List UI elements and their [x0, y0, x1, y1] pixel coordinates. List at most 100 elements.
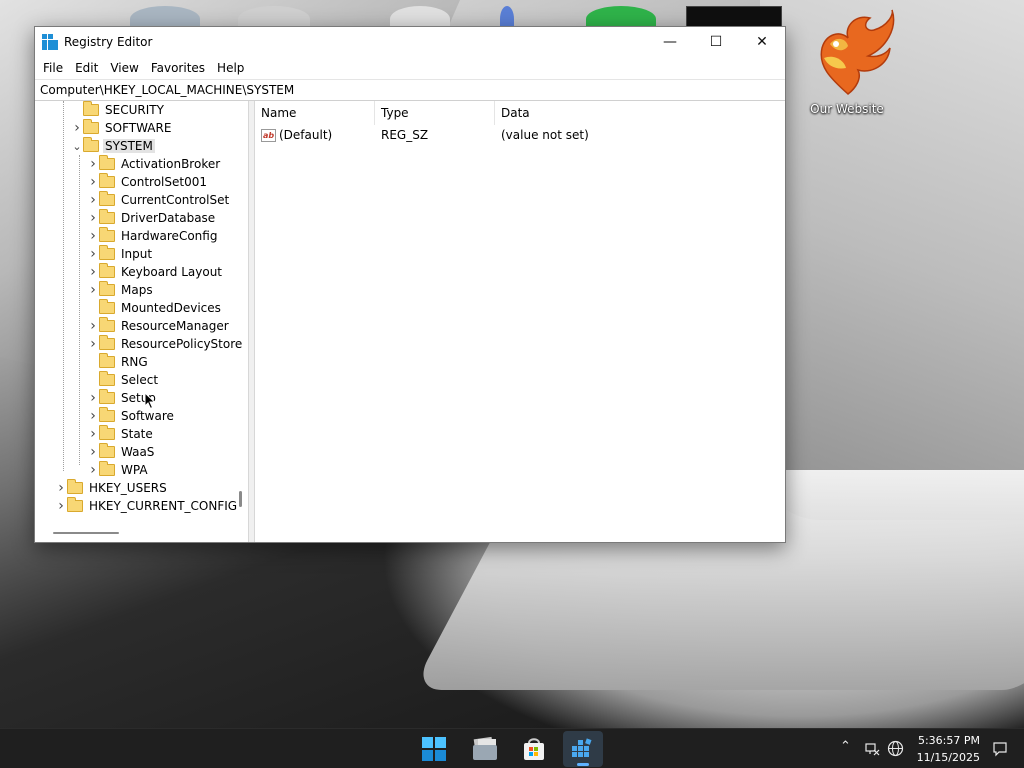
folder-icon — [99, 461, 115, 476]
tree-node[interactable]: › ActivationBroker — [87, 155, 222, 173]
menu-edit[interactable]: Edit — [69, 57, 104, 79]
tree-node[interactable]: › ResourceManager — [87, 317, 231, 335]
tree-node-label: SECURITY — [105, 103, 164, 117]
globe-language-icon[interactable] — [887, 740, 904, 757]
tree-node[interactable]: › HardwareConfig — [87, 227, 219, 245]
tree-node[interactable]: › SOFTWARE — [71, 119, 173, 137]
tree-node[interactable]: › ResourcePolicyStore — [87, 335, 244, 353]
expand-chevron-icon[interactable]: › — [87, 425, 99, 443]
tree-node[interactable]: › WaaS — [87, 443, 156, 461]
menu-bar: File Edit View Favorites Help — [35, 57, 785, 79]
expand-chevron-icon[interactable]: › — [87, 191, 99, 209]
tree-node[interactable]: › Keyboard Layout — [87, 263, 224, 281]
address-bar[interactable]: Computer\HKEY_LOCAL_MACHINE\SYSTEM — [35, 79, 785, 101]
expand-chevron-icon[interactable]: › — [87, 461, 99, 479]
collapse-chevron-icon[interactable]: ⌄ — [71, 137, 83, 155]
folder-icon — [99, 173, 115, 188]
column-header-type[interactable]: Type — [375, 100, 495, 125]
menu-favorites[interactable]: Favorites — [145, 57, 211, 79]
start-button[interactable] — [414, 731, 454, 767]
tree-node[interactable]: SECURITY — [71, 101, 166, 119]
tree-vertical-scrollbar[interactable] — [239, 491, 242, 507]
expand-chevron-icon[interactable]: › — [87, 245, 99, 263]
partially-hidden-desktop-icons — [120, 0, 800, 32]
expand-chevron-icon[interactable]: › — [87, 227, 99, 245]
expand-chevron-icon[interactable]: › — [87, 209, 99, 227]
tree-node-label: Input — [121, 247, 153, 261]
file-explorer-icon — [473, 736, 497, 760]
expand-chevron-icon[interactable]: › — [87, 443, 99, 461]
expand-chevron-icon[interactable]: › — [87, 317, 99, 335]
value-data: (value not set) — [501, 128, 589, 142]
file-explorer-button[interactable] — [465, 731, 505, 767]
expand-chevron-icon[interactable]: › — [55, 479, 67, 497]
tree-guide-line — [63, 101, 64, 471]
folder-icon — [99, 191, 115, 206]
column-header-data[interactable]: Data — [495, 101, 655, 125]
minimize-button[interactable]: — — [647, 27, 693, 57]
tree-node[interactable]: › Input — [87, 245, 154, 263]
expand-chevron-icon[interactable]: › — [87, 173, 99, 191]
close-button[interactable]: ✕ — [739, 27, 785, 57]
tree-guide-line — [79, 155, 80, 465]
expand-chevron-icon[interactable]: › — [87, 389, 99, 407]
tree-node[interactable]: › DriverDatabase — [87, 209, 217, 227]
tree-connector — [87, 299, 99, 317]
tree-node[interactable]: › ControlSet001 — [87, 173, 209, 191]
expand-chevron-icon[interactable]: › — [87, 263, 99, 281]
tree-connector — [87, 371, 99, 389]
menu-file[interactable]: File — [37, 57, 69, 79]
tree-node-label: MountedDevices — [121, 301, 221, 315]
our-website-shortcut[interactable]: Our Website — [800, 8, 895, 128]
maximize-button[interactable]: ☐ — [693, 27, 739, 57]
tree-node-label: HKEY_USERS — [89, 481, 167, 495]
tree-node[interactable]: › CurrentControlSet — [87, 191, 231, 209]
expand-chevron-icon[interactable]: › — [87, 335, 99, 353]
menu-view[interactable]: View — [104, 57, 144, 79]
network-disconnected-icon[interactable] — [864, 741, 880, 757]
microsoft-store-button[interactable] — [514, 731, 554, 767]
values-list-pane[interactable]: Name Type Data ab (Default) REG_SZ (valu… — [255, 100, 785, 542]
tree-node[interactable]: MountedDevices — [87, 299, 223, 317]
tree-node[interactable]: › HKEY_CURRENT_CONFIG — [55, 497, 239, 515]
tree-connector — [71, 101, 83, 119]
tree-node[interactable]: Select — [87, 371, 160, 389]
tree-node-label: ResourcePolicyStore — [121, 337, 243, 351]
tree-node[interactable]: › WPA — [87, 461, 150, 479]
tree-node-label: HardwareConfig — [121, 229, 218, 243]
registry-editor-window[interactable]: Registry Editor — ☐ ✕ File Edit View Fav… — [34, 26, 786, 543]
registry-editor-taskbar-button[interactable] — [563, 731, 603, 767]
taskbar-clock[interactable]: 5:36:57 PM 11/15/2025 — [910, 732, 980, 766]
folder-icon — [99, 371, 115, 386]
expand-chevron-icon[interactable]: › — [87, 281, 99, 299]
notification-icon[interactable] — [992, 741, 1008, 757]
tree-node-label: ControlSet001 — [121, 175, 207, 189]
address-path[interactable]: Computer\HKEY_LOCAL_MACHINE\SYSTEM — [40, 83, 294, 97]
tree-horizontal-scrollbar[interactable] — [53, 532, 119, 534]
folder-icon — [99, 263, 115, 278]
column-header-name[interactable]: Name — [255, 100, 375, 125]
microsoft-store-icon — [524, 738, 544, 760]
key-tree-pane[interactable]: SECURITY › SOFTWARE ⌄ SYSTEM › ActivationBroke… — [35, 101, 249, 542]
tree-connector — [87, 353, 99, 371]
folder-icon — [99, 443, 115, 458]
title-bar[interactable]: Registry Editor — ☐ ✕ — [35, 27, 785, 57]
expand-chevron-icon[interactable]: › — [87, 407, 99, 425]
tree-node[interactable]: › HKEY_USERS — [55, 479, 169, 497]
expand-chevron-icon[interactable]: › — [71, 119, 83, 137]
tree-node-label: RNG — [121, 355, 148, 369]
menu-help[interactable]: Help — [211, 57, 250, 79]
tree-node[interactable]: RNG — [87, 353, 150, 371]
window-title: Registry Editor — [64, 35, 153, 49]
show-hidden-icons-chevron-icon[interactable]: ⌃ — [840, 739, 851, 754]
tree-node-label: DriverDatabase — [121, 211, 216, 225]
tree-node[interactable]: › State — [87, 425, 155, 443]
tree-node[interactable]: ⌄ SYSTEM — [71, 137, 155, 155]
tree-node[interactable]: › Software — [87, 407, 176, 425]
string-value-icon: ab — [261, 128, 276, 142]
folder-icon — [99, 281, 115, 296]
expand-chevron-icon[interactable]: › — [87, 155, 99, 173]
table-row[interactable]: ab (Default) REG_SZ (value not set) — [255, 125, 785, 145]
tree-node[interactable]: › Maps — [87, 281, 155, 299]
expand-chevron-icon[interactable]: › — [55, 497, 67, 515]
